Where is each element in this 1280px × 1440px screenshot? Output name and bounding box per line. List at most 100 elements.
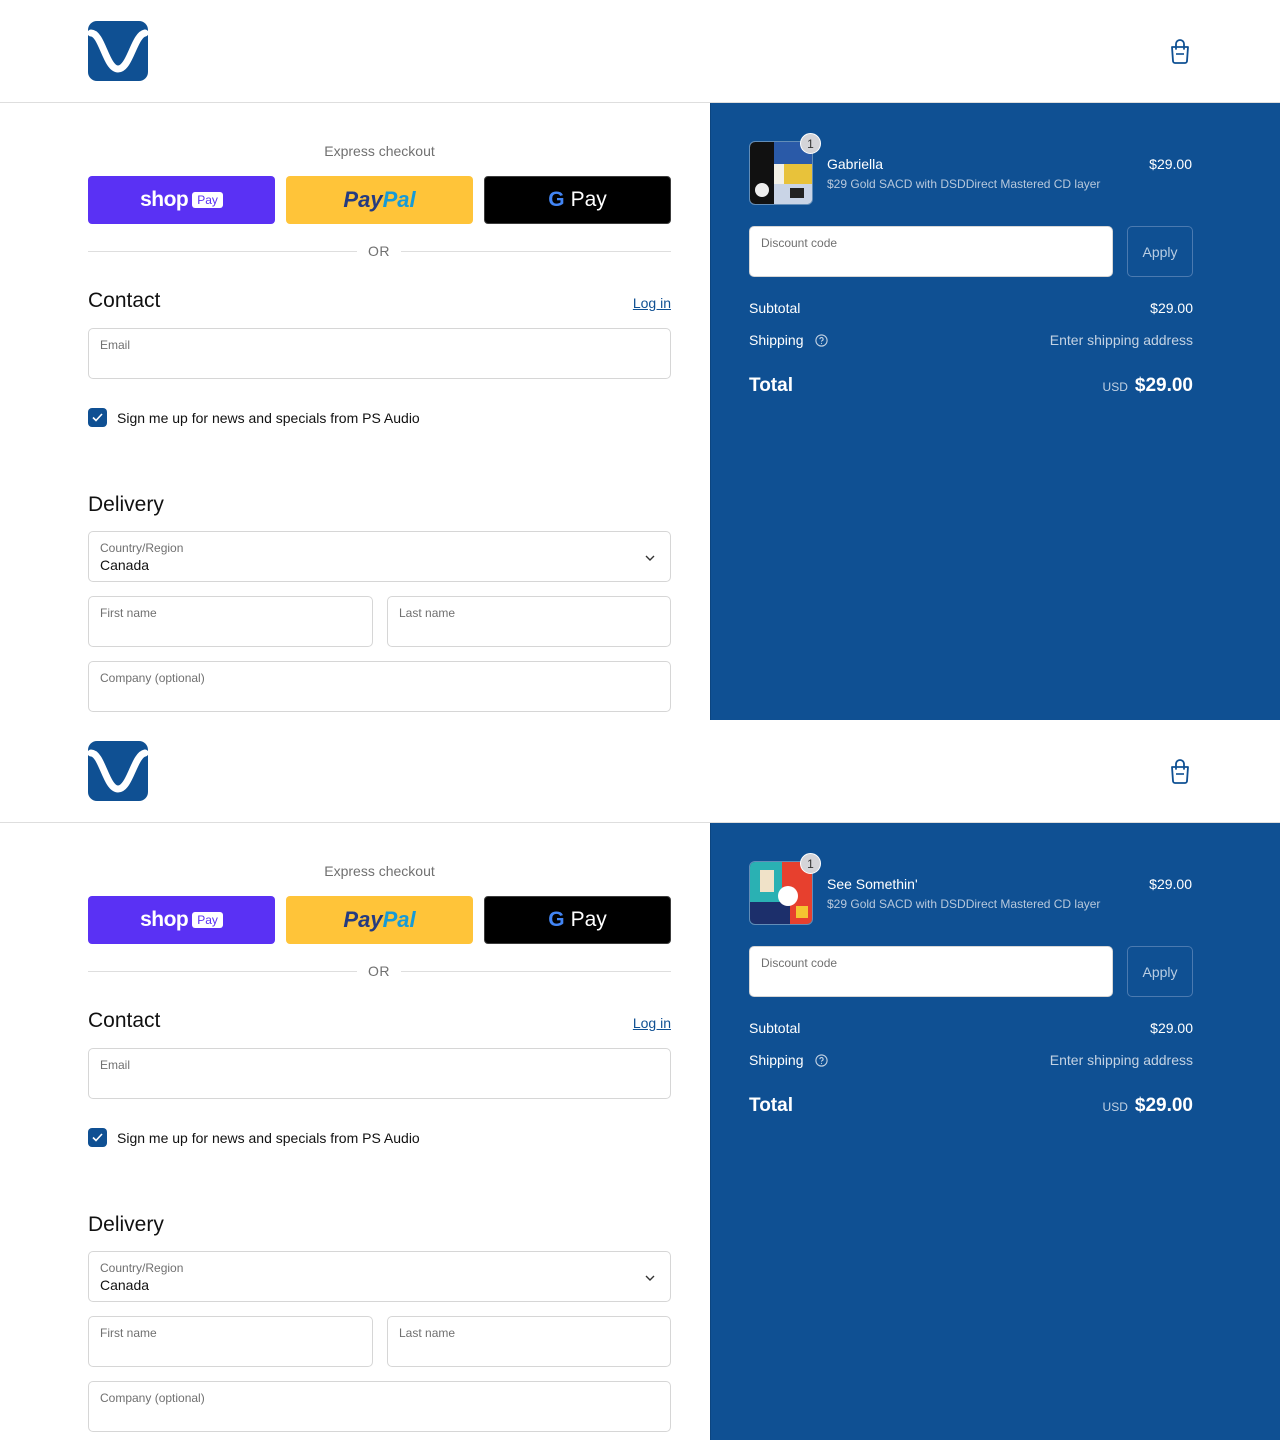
google-pay-button[interactable]: G Pay — [484, 176, 671, 224]
google-pay-label: Pay — [570, 188, 607, 211]
first-name-label: First name — [100, 606, 157, 620]
google-pay-label: Pay — [570, 908, 607, 931]
email-label: Email — [100, 1058, 131, 1072]
email-field[interactable]: Email — [88, 328, 671, 379]
discount-label: Discount code — [761, 956, 838, 970]
or-separator: OR — [357, 243, 401, 259]
product-name: See Somethin' — [827, 876, 918, 892]
checkout-page: Express checkout shop Pay PayPal G Pay O… — [0, 0, 1280, 720]
quantity-badge: 1 — [800, 853, 821, 874]
question-circle-icon[interactable] — [815, 1054, 829, 1067]
shipping-label: Shipping — [749, 332, 804, 348]
company-label: Company (optional) — [100, 671, 205, 685]
checkmark-icon — [92, 413, 103, 422]
total-label: Total — [749, 375, 793, 396]
shop-pay-wordmark: shop — [140, 908, 189, 931]
contact-heading: Contact — [88, 1009, 161, 1032]
last-name-label: Last name — [399, 606, 456, 620]
shop-pay-button[interactable]: shop Pay — [88, 896, 275, 944]
country-select[interactable]: Country/Region Canada — [88, 531, 671, 582]
quantity-badge: 1 — [800, 133, 821, 154]
express-checkout-title: Express checkout — [324, 143, 435, 159]
last-name-field[interactable]: Last name — [387, 596, 671, 647]
total-amount: $29.00 — [1134, 1095, 1193, 1116]
checkout-form: Express checkout shop Pay PayPal G Pay O… — [0, 103, 710, 720]
checkout-form: Express checkout shop Pay PayPal G Pay O… — [0, 823, 710, 1440]
screenshot-root: Express checkout shop Pay PayPal G Pay O… — [0, 0, 1280, 1440]
shop-pay-wordmark: shop — [140, 188, 189, 211]
order-summary: 1 Gabriella $29 Gold SACD with DSDDirect… — [710, 103, 1280, 720]
subtotal-value: $29.00 — [1150, 300, 1193, 316]
product-variant: $29 Gold SACD with DSDDirect Mastered CD… — [827, 897, 1101, 911]
express-checkout-title: Express checkout — [324, 863, 435, 879]
product-variant: $29 Gold SACD with DSDDirect Mastered CD… — [827, 177, 1101, 191]
delivery-heading: Delivery — [88, 1213, 164, 1236]
shipping-row: Shipping Enter shipping address — [749, 1052, 1193, 1068]
paypal-button[interactable]: PayPal — [286, 896, 473, 944]
apply-discount-button[interactable]: Apply — [1127, 946, 1193, 997]
contact-heading: Contact — [88, 289, 161, 312]
country-label: Country/Region — [100, 1261, 184, 1275]
shop-pay-badge: Pay — [192, 192, 223, 208]
subtotal-label: Subtotal — [749, 300, 801, 316]
newsletter-checkbox[interactable] — [88, 1128, 107, 1147]
product-thumbnail: 1 — [749, 853, 821, 925]
delivery-heading: Delivery — [88, 493, 164, 516]
total-row: Total USD $29.00 — [749, 1095, 1193, 1117]
total-row: Total USD $29.00 — [749, 375, 1193, 397]
shopping-bag-icon[interactable] — [1168, 38, 1192, 64]
email-label: Email — [100, 338, 131, 352]
newsletter-checkbox-row[interactable]: Sign me up for news and specials from PS… — [88, 408, 420, 427]
order-summary: 1 See Somethin' $29 Gold SACD with DSDDi… — [710, 823, 1280, 1440]
discount-code-input[interactable]: Discount code — [749, 226, 1113, 277]
ps-audio-logo[interactable] — [88, 21, 148, 81]
currency-code: USD — [1102, 1100, 1128, 1114]
company-label: Company (optional) — [100, 1391, 205, 1405]
first-name-field[interactable]: First name — [88, 596, 373, 647]
site-header — [0, 720, 1280, 823]
product-thumbnail: 1 — [749, 133, 821, 205]
total-label: Total — [749, 1095, 793, 1116]
first-name-field[interactable]: First name — [88, 1316, 373, 1367]
product-price: $29.00 — [1149, 156, 1192, 172]
shipping-label: Shipping — [749, 1052, 804, 1068]
subtotal-row: Subtotal $29.00 — [749, 300, 1193, 316]
discount-label: Discount code — [761, 236, 838, 250]
login-link[interactable]: Log in — [633, 295, 671, 311]
ps-audio-logo[interactable] — [88, 741, 148, 801]
checkout-page: Express checkout shop Pay PayPal G Pay O… — [0, 720, 1280, 1440]
country-label: Country/Region — [100, 541, 184, 555]
company-field[interactable]: Company (optional) — [88, 1381, 671, 1432]
google-pay-button[interactable]: G Pay — [484, 896, 671, 944]
login-link[interactable]: Log in — [633, 1015, 671, 1031]
product-price: $29.00 — [1149, 876, 1192, 892]
shipping-value: Enter shipping address — [1049, 332, 1193, 348]
paypal-button[interactable]: PayPal — [286, 176, 473, 224]
email-field[interactable]: Email — [88, 1048, 671, 1099]
shop-pay-button[interactable]: shop Pay — [88, 176, 275, 224]
country-select[interactable]: Country/Region Canada — [88, 1251, 671, 1302]
last-name-field[interactable]: Last name — [387, 1316, 671, 1367]
country-value: Canada — [100, 1277, 150, 1293]
subtotal-value: $29.00 — [1150, 1020, 1193, 1036]
newsletter-label: Sign me up for news and specials from PS… — [117, 1129, 420, 1146]
site-header — [0, 0, 1280, 103]
checkmark-icon — [92, 1133, 103, 1142]
product-name: Gabriella — [827, 156, 884, 172]
shopping-bag-icon[interactable] — [1168, 758, 1192, 784]
discount-code-input[interactable]: Discount code — [749, 946, 1113, 997]
newsletter-checkbox[interactable] — [88, 408, 107, 427]
or-separator: OR — [357, 963, 401, 979]
apply-discount-button[interactable]: Apply — [1127, 226, 1193, 277]
shop-pay-badge: Pay — [192, 912, 223, 928]
newsletter-checkbox-row[interactable]: Sign me up for news and specials from PS… — [88, 1128, 420, 1147]
paypal-wordmark: PayPal — [343, 907, 416, 932]
paypal-wordmark: PayPal — [343, 187, 416, 212]
subtotal-label: Subtotal — [749, 1020, 801, 1036]
chevron-down-icon — [645, 555, 655, 561]
first-name-label: First name — [100, 1326, 157, 1340]
question-circle-icon[interactable] — [815, 334, 829, 347]
total-amount: $29.00 — [1134, 375, 1193, 396]
company-field[interactable]: Company (optional) — [88, 661, 671, 712]
google-g-icon: G — [548, 908, 565, 931]
